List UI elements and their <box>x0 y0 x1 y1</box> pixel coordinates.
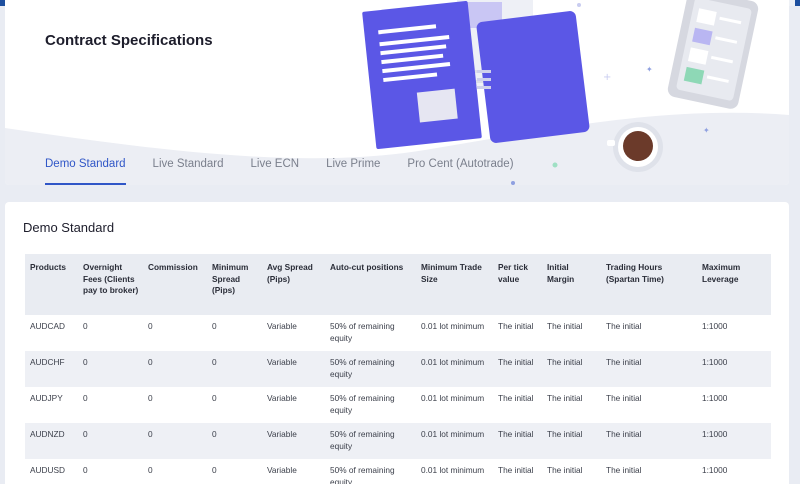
table-cell: The initial <box>547 465 583 475</box>
clipboard-illustration <box>476 11 590 143</box>
table-cell: 0 <box>148 465 153 475</box>
table-cell: 0 <box>207 351 262 387</box>
table-cell: 1:1000 <box>697 351 771 387</box>
table-row: AUDCAD 0 0 0 Variable 50% of remaining e… <box>25 315 771 351</box>
table-cell: The initial <box>493 351 542 387</box>
table-cell: AUDCAD <box>30 321 66 331</box>
table-cell: The initial <box>606 393 642 403</box>
table-cell: 0 <box>207 423 262 459</box>
tab-pro-cent-autotrade[interactable]: Pro Cent (Autotrade) <box>407 158 513 185</box>
table-cell: 1:1000 <box>702 393 728 403</box>
table-cell: 0 <box>78 351 143 387</box>
table-cell: 0 <box>83 321 88 331</box>
table-cell: Variable <box>267 321 297 331</box>
table-cell: The initial <box>493 423 542 459</box>
column-header: Auto-cut positions <box>325 254 416 315</box>
table-cell: AUDCHF <box>25 351 78 387</box>
table-cell: 0 <box>143 351 207 387</box>
table-cell: 0 <box>83 465 88 475</box>
tab-live-ecn[interactable]: Live ECN <box>251 158 300 185</box>
table-cell: 50% of remaining equity <box>330 393 395 415</box>
table-cell: 0.01 lot minimum <box>416 423 493 459</box>
tab-demo-standard[interactable]: Demo Standard <box>45 158 126 185</box>
table-cell: The initial <box>542 351 601 387</box>
column-header: Minimum Spread (Pips) <box>207 254 262 315</box>
table-cell: 1:1000 <box>702 321 728 331</box>
table-cell: 50% of remaining equity <box>330 321 395 343</box>
column-header: Trading Hours (Spartan Time) <box>601 254 697 315</box>
table-cell: 0 <box>78 423 143 459</box>
tab-live-standard[interactable]: Live Standard <box>153 158 224 185</box>
table-cell: 0.01 lot minimum <box>421 465 485 475</box>
table-cell: The initial <box>601 351 697 387</box>
table-cell: 0 <box>212 393 217 403</box>
svg-text:✦: ✦ <box>646 65 653 74</box>
table-cell: 0 <box>83 393 88 403</box>
table-cell: Variable <box>262 423 325 459</box>
table-cell: 1:1000 <box>702 465 728 475</box>
table-cell: 50% of remaining equity <box>325 351 416 387</box>
page-title: Contract Specifications <box>45 32 213 49</box>
table-cell: AUDJPY <box>30 393 63 403</box>
column-header: Minimum Trade Size <box>416 254 493 315</box>
table-cell: The initial <box>606 321 642 331</box>
phone-illustration <box>667 0 759 109</box>
column-header: Maximum Leverage <box>697 254 771 315</box>
table-cell: AUDNZD <box>25 423 78 459</box>
specifications-table: Products Overnight Fees (Clients pay to … <box>25 254 771 484</box>
table-header-row: Products Overnight Fees (Clients pay to … <box>25 254 771 315</box>
table-cell: The initial <box>498 393 534 403</box>
column-header: Overnight Fees (Clients pay to broker) <box>78 254 143 315</box>
table-cell: The initial <box>547 393 583 403</box>
account-type-tabs: Demo Standard Live Standard Live ECN Liv… <box>45 158 541 185</box>
table-cell: The initial <box>498 465 534 475</box>
table-row: AUDUSD 0 0 0 Variable 50% of remaining e… <box>25 459 771 484</box>
table-cell: Variable <box>262 351 325 387</box>
column-header: Products <box>25 254 78 315</box>
table-cell: 0.01 lot minimum <box>416 351 493 387</box>
svg-text:+: + <box>603 72 611 83</box>
table-cell: 0 <box>143 423 207 459</box>
table-cell: The initial <box>601 423 697 459</box>
section-title: Demo Standard <box>23 220 115 235</box>
table-cell: 50% of remaining equity <box>325 423 416 459</box>
table-row: AUDNZD 0 0 0 Variable 50% of remaining e… <box>25 423 771 459</box>
table-cell: 0 <box>212 465 217 475</box>
tab-live-prime[interactable]: Live Prime <box>326 158 380 185</box>
column-header: Avg Spread (Pips) <box>262 254 325 315</box>
table-cell: 0 <box>148 321 153 331</box>
column-header: Initial Margin <box>542 254 601 315</box>
table-cell: AUDUSD <box>30 465 66 475</box>
table-cell: Variable <box>267 465 297 475</box>
table-cell: The initial <box>547 321 583 331</box>
hero-banner: + ✦ ✦ Contract Specifications Demo Stand… <box>5 0 789 185</box>
table-row: AUDJPY 0 0 0 Variable 50% of remaining e… <box>25 387 771 423</box>
table-cell: 0 <box>212 321 217 331</box>
table-cell: 0.01 lot minimum <box>421 393 485 403</box>
column-header: Per tick value <box>493 254 542 315</box>
table-cell: The initial <box>542 423 601 459</box>
specifications-card: Demo Standard Products Overnight Fees (C… <box>5 202 789 484</box>
table-row: AUDCHF 0 0 0 Variable 50% of remaining e… <box>25 351 771 387</box>
table-cell: 0.01 lot minimum <box>421 321 485 331</box>
svg-text:✦: ✦ <box>703 126 710 135</box>
table-cell: Variable <box>267 393 297 403</box>
table-cell: The initial <box>498 321 534 331</box>
table-cell: 50% of remaining equity <box>330 465 395 484</box>
table-cell: The initial <box>606 465 642 475</box>
table-cell: 1:1000 <box>697 423 771 459</box>
column-header: Commission <box>143 254 207 315</box>
table-cell: 0 <box>148 393 153 403</box>
